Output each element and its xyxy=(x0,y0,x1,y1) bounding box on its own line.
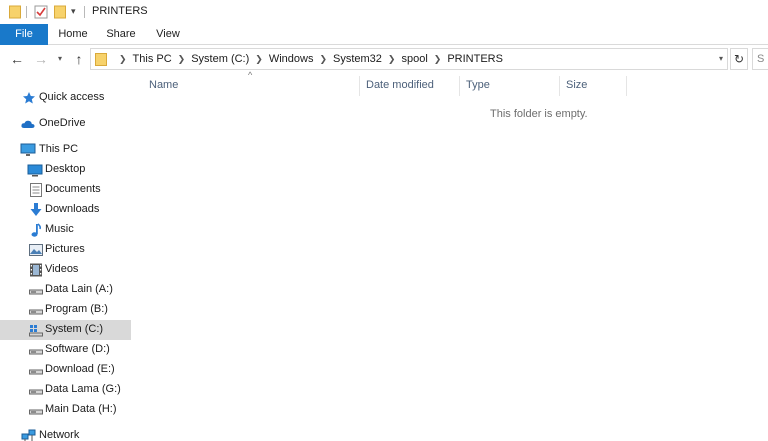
sidebar-item-label: Network xyxy=(39,429,80,441)
drive-icon xyxy=(28,362,44,378)
recent-locations-chevron-icon[interactable]: ▾ xyxy=(54,50,66,68)
sidebar-item-onedrive[interactable]: OneDrive xyxy=(0,114,131,134)
empty-folder-message: This folder is empty. xyxy=(490,108,588,120)
chevron-right-icon[interactable]: ❯ xyxy=(178,54,186,65)
drive-icon xyxy=(28,342,44,358)
chevron-right-icon[interactable]: ❯ xyxy=(119,54,127,65)
sidebar-item-label: Videos xyxy=(45,263,79,275)
sidebar-item-drive-d[interactable]: Software (D:) xyxy=(0,340,131,360)
sidebar-item-drive-h[interactable]: Main Data (H:) xyxy=(0,400,131,420)
film-icon xyxy=(28,262,44,278)
search-input[interactable]: S xyxy=(752,48,768,70)
sidebar-item-drive-b[interactable]: Program (B:) xyxy=(0,300,131,320)
customize-toolbar-icon[interactable]: ▾ xyxy=(71,6,76,17)
address-history-chevron-icon[interactable]: ▾ xyxy=(714,50,728,68)
crumb-windows[interactable]: Windows xyxy=(269,53,314,65)
up-arrow-icon[interactable]: ↑ xyxy=(70,50,88,68)
sidebar-item-drive-a[interactable]: Data Lain (A:) xyxy=(0,280,131,300)
drive-icon xyxy=(28,282,44,298)
desktop-icon xyxy=(27,162,43,178)
sidebar-item-label: Program (B:) xyxy=(45,303,108,315)
title-divider xyxy=(84,6,85,18)
sidebar-item-label: System (C:) xyxy=(45,323,104,335)
tab-file[interactable]: File xyxy=(0,24,48,45)
column-header-date-modified[interactable]: Date modified xyxy=(361,76,460,96)
sidebar-item-quick-access[interactable]: Quick access xyxy=(0,88,131,108)
refresh-button[interactable]: ↻ xyxy=(730,48,748,70)
new-folder-icon[interactable] xyxy=(54,5,66,22)
tab-home[interactable]: Home xyxy=(52,24,94,45)
download-arrow-icon xyxy=(28,202,44,218)
sidebar-item-label: Desktop xyxy=(45,163,86,175)
sidebar-item-label: This PC xyxy=(39,143,79,155)
sidebar-item-drive-g[interactable]: Data Lama (G:) xyxy=(0,380,131,400)
crumb-system-c[interactable]: System (C:) xyxy=(191,53,249,65)
chevron-right-icon[interactable]: ❯ xyxy=(319,54,327,65)
sidebar-item-videos[interactable]: Videos xyxy=(0,260,131,280)
computer-icon xyxy=(20,142,36,158)
tab-view[interactable]: View xyxy=(148,24,188,45)
address-row: ← → ▾ ↑ ❯ This PC ❯ System (C:) ❯ Window… xyxy=(0,46,768,72)
title-divider xyxy=(26,6,27,18)
sidebar-item-drive-e[interactable]: Download (E:) xyxy=(0,360,131,380)
back-arrow-icon[interactable]: ← xyxy=(8,50,26,68)
sidebar-item-label: Music xyxy=(45,223,74,235)
properties-icon[interactable] xyxy=(34,5,48,22)
windows-drive-icon xyxy=(28,322,44,338)
sidebar-item-music[interactable]: Music xyxy=(0,220,131,240)
sidebar-item-drive-c[interactable]: System (C:) xyxy=(0,320,131,340)
column-header-name[interactable]: Name xyxy=(144,76,360,96)
column-header-type[interactable]: Type xyxy=(461,76,560,96)
window-title: PRINTERS xyxy=(92,5,148,17)
drive-icon xyxy=(28,402,44,418)
chevron-right-icon[interactable]: ❯ xyxy=(434,54,442,65)
sidebar-item-this-pc[interactable]: This PC xyxy=(0,140,131,160)
sidebar-item-label: Data Lain (A:) xyxy=(45,283,113,295)
tab-share[interactable]: Share xyxy=(100,24,142,45)
sidebar-item-label: Download (E:) xyxy=(45,363,115,375)
sidebar-item-label: OneDrive xyxy=(39,117,86,129)
crumb-system32[interactable]: System32 xyxy=(333,53,382,65)
file-list-pane[interactable] xyxy=(133,72,768,441)
sidebar-item-label: Software (D:) xyxy=(45,343,110,355)
sidebar-item-documents[interactable]: Documents xyxy=(0,180,131,200)
picture-icon xyxy=(28,242,44,258)
sidebar-item-label: Quick access xyxy=(39,91,105,103)
document-icon xyxy=(28,182,44,198)
chevron-right-icon[interactable]: ❯ xyxy=(388,54,396,65)
title-bar: ▾ PRINTERS xyxy=(0,0,768,24)
chevron-right-icon[interactable]: ❯ xyxy=(255,54,263,65)
sidebar-item-downloads[interactable]: Downloads xyxy=(0,200,131,220)
star-icon xyxy=(21,90,37,106)
sidebar-item-network[interactable]: Network xyxy=(0,426,131,441)
column-header-size[interactable]: Size xyxy=(561,76,627,96)
sidebar-item-desktop[interactable]: Desktop xyxy=(0,160,131,180)
breadcrumb: ❯ This PC ❯ System (C:) ❯ Windows ❯ Syst… xyxy=(113,49,503,69)
sidebar-item-label: Downloads xyxy=(45,203,100,215)
network-icon xyxy=(20,428,36,441)
crumb-printers[interactable]: PRINTERS xyxy=(447,53,503,65)
sidebar-item-label: Pictures xyxy=(45,243,85,255)
crumb-this-pc[interactable]: This PC xyxy=(133,53,172,65)
sidebar-item-label: Documents xyxy=(45,183,101,195)
crumb-spool[interactable]: spool xyxy=(401,53,427,65)
drive-icon xyxy=(28,382,44,398)
sidebar-item-label: Main Data (H:) xyxy=(45,403,117,415)
folder-icon xyxy=(95,53,107,69)
folder-icon xyxy=(9,5,21,22)
refresh-icon: ↻ xyxy=(733,52,745,66)
sidebar-item-pictures[interactable]: Pictures xyxy=(0,240,131,260)
cloud-icon xyxy=(20,116,36,132)
navigation-pane: Quick access OneDrive This PC Desktop Do… xyxy=(0,80,132,441)
ribbon-tabs: File Home Share View xyxy=(0,24,768,45)
address-bar[interactable]: ❯ This PC ❯ System (C:) ❯ Windows ❯ Syst… xyxy=(90,48,728,70)
drive-icon xyxy=(28,302,44,318)
music-note-icon xyxy=(28,222,44,238)
forward-arrow-icon[interactable]: → xyxy=(32,50,50,68)
sidebar-item-label: Data Lama (G:) xyxy=(45,383,121,395)
